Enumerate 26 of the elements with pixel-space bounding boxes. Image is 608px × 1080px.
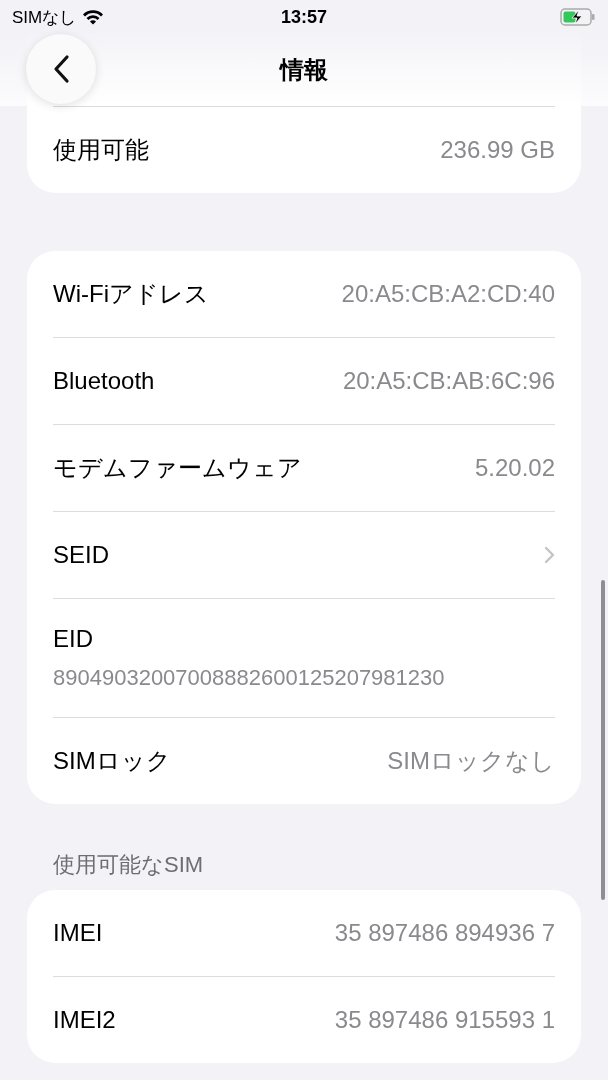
row-value: 5.20.02 bbox=[474, 454, 555, 482]
row-value: SIMロックなし bbox=[387, 746, 555, 776]
wifi-icon bbox=[82, 9, 105, 25]
row-label: IMEI bbox=[53, 919, 103, 947]
row-label: モデムファームウェア bbox=[53, 453, 302, 483]
chevron-left-icon bbox=[52, 54, 70, 84]
row-value: 89049032007008882600125207981230 bbox=[53, 665, 445, 691]
carrier-label: SIMなし bbox=[12, 6, 77, 29]
row-value: 20:A5:CB:AB:6C:96 bbox=[342, 367, 555, 395]
row-value: 35 897486 915593 1 bbox=[334, 1006, 555, 1034]
row-label: 使用可能 bbox=[53, 135, 149, 165]
chevron-right-icon bbox=[544, 546, 555, 564]
battery-charging-icon bbox=[560, 8, 596, 26]
row-label: Bluetooth bbox=[53, 367, 155, 395]
row-label: SIMロック bbox=[53, 746, 171, 776]
row-label: IMEI2 bbox=[53, 1006, 116, 1034]
row-value: 236.99 GB bbox=[440, 136, 555, 164]
status-time: 13:57 bbox=[280, 6, 327, 28]
list-row[interactable]: SEID bbox=[53, 512, 555, 598]
row-label: Wi-Fiアドレス bbox=[53, 279, 209, 309]
row-value: 35 897486 894936 7 bbox=[334, 919, 555, 947]
back-button[interactable] bbox=[26, 34, 96, 104]
section-header: 使用可能なSIM bbox=[53, 851, 205, 879]
row-value: 20:A5:CB:A2:CD:40 bbox=[341, 280, 555, 308]
page-title: 情報 bbox=[280, 55, 328, 85]
row-label: EID bbox=[53, 625, 93, 653]
